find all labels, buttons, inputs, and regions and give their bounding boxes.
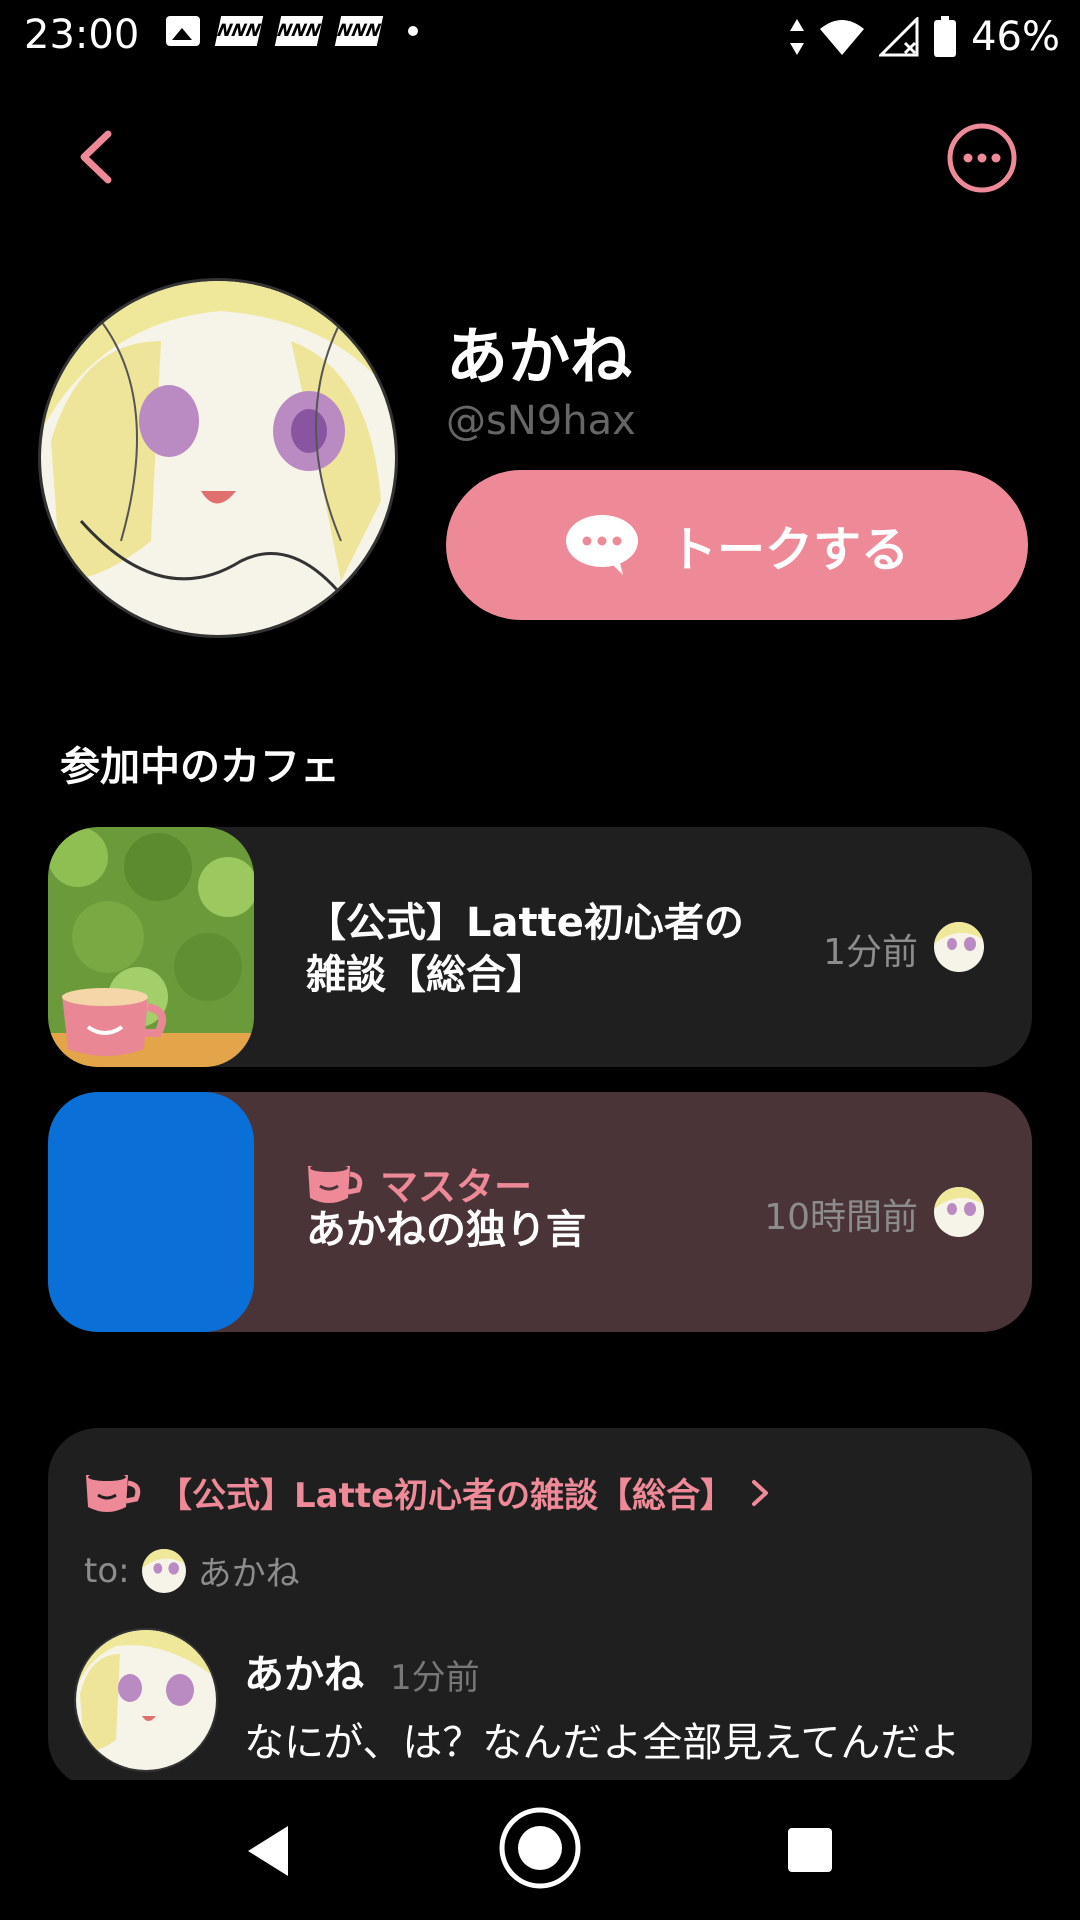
- recipient-avatar: [141, 1548, 186, 1593]
- post-timestamp: 1分前: [390, 1658, 480, 1698]
- nav-home-button[interactable]: [498, 1806, 582, 1894]
- talk-button[interactable]: トークする: [446, 470, 1028, 620]
- nnn-notification-icon: NNN: [334, 16, 384, 46]
- more-options-button[interactable]: [946, 122, 1018, 194]
- wifi-icon: [820, 20, 865, 55]
- coffee-cup-icon: [308, 1163, 363, 1203]
- status-right: 46%: [789, 14, 1060, 60]
- image-notification-icon: [166, 16, 200, 46]
- cafe-list-item[interactable]: マスター あかねの独り言 10時間前: [48, 1092, 1032, 1332]
- more-horizontal-icon: [947, 123, 1017, 193]
- back-button[interactable]: [66, 122, 126, 192]
- coffee-cup-icon: [86, 1472, 141, 1512]
- post-body: なにが、は？なんだよ全部見えてんだよ: [244, 1720, 961, 1766]
- chat-bubble-icon: [565, 515, 638, 575]
- member-avatar: [934, 922, 984, 972]
- status-bar: 23:00 NNN NNN NNN 46%: [0, 0, 1080, 76]
- talk-button-label: トークする: [668, 522, 909, 578]
- battery-percent: 46%: [971, 14, 1060, 60]
- profile-screen: 23:00 NNN NNN NNN 46% あかね @sN9hax トークする …: [0, 0, 1080, 1920]
- post-author-avatar[interactable]: [74, 1628, 218, 1772]
- profile-avatar[interactable]: [38, 278, 398, 638]
- chevron-right-icon: [752, 1479, 769, 1506]
- data-arrows-icon: [790, 19, 805, 55]
- recipient-name: あかね: [197, 1554, 300, 1594]
- cafe-title: 【公式】Latte初心者の 雑談【総合】: [306, 897, 744, 1001]
- status-time: 23:00: [24, 12, 140, 58]
- cafe-title-line: 【公式】Latte初心者の: [306, 900, 744, 946]
- master-role-label: マスター: [380, 1165, 533, 1209]
- nnn-notification-icon: NNN: [274, 16, 324, 46]
- cafe-last-activity: 1分前: [823, 932, 918, 973]
- home-circle-icon: [499, 1807, 581, 1889]
- more-notifications-dot-icon: [408, 26, 418, 36]
- nav-recents-button[interactable]: [786, 1826, 834, 1878]
- system-navigation-bar: [0, 1780, 1080, 1920]
- post-author-name: あかね: [244, 1652, 364, 1698]
- post-cafe-name: 【公式】Latte初心者の雑談【総合】: [158, 1476, 735, 1516]
- to-label: to:: [84, 1550, 130, 1591]
- post-recipient: to: あかね: [84, 1546, 300, 1595]
- cafe-title: あかねの独り言: [306, 1207, 586, 1253]
- profile-name: あかね: [446, 320, 633, 393]
- square-recents-icon: [788, 1828, 832, 1872]
- notification-icons: NNN NNN NNN: [166, 16, 418, 46]
- cafe-title-line: 雑談【総合】: [306, 952, 546, 998]
- member-avatar: [934, 1187, 984, 1237]
- chevron-left-icon: [80, 130, 112, 184]
- nav-back-button[interactable]: [244, 1824, 292, 1882]
- cellular-signal-icon: [879, 17, 919, 57]
- joined-cafes-heading: 参加中のカフェ: [60, 744, 340, 790]
- profile-handle: @sN9hax: [446, 398, 636, 444]
- master-badge: マスター: [306, 1156, 532, 1211]
- cafe-list-item[interactable]: 【公式】Latte初心者の 雑談【総合】 1分前: [48, 827, 1032, 1067]
- post-card[interactable]: 【公式】Latte初心者の雑談【総合】 to: あかね あかね 1分前 なにが、…: [48, 1428, 1032, 1788]
- cafe-thumbnail: [48, 1092, 254, 1332]
- triangle-back-icon: [248, 1826, 288, 1876]
- nnn-notification-icon: NNN: [214, 16, 264, 46]
- cafe-last-activity: 10時間前: [764, 1197, 918, 1238]
- cafe-thumbnail: [48, 827, 254, 1067]
- post-cafe-link[interactable]: 【公式】Latte初心者の雑談【総合】: [84, 1468, 772, 1517]
- battery-icon: [934, 16, 957, 57]
